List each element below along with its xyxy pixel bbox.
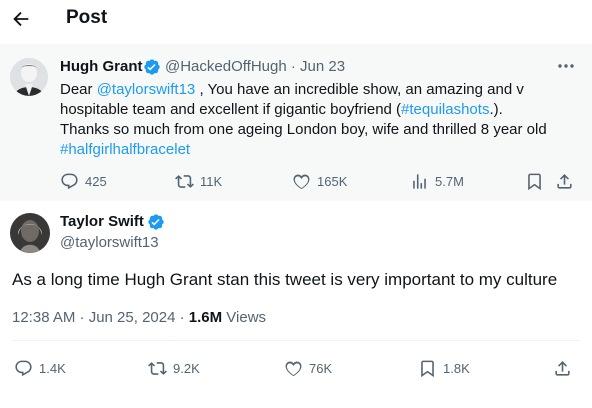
heart-icon <box>293 174 310 190</box>
handle-and-date: @HackedOffHugh · Jun 23 <box>165 58 346 75</box>
share-icon <box>555 361 570 376</box>
like-count: 165K <box>317 174 348 189</box>
text-line: Dear @taylorswift13 , You have an incred… <box>60 80 580 100</box>
arrow-left-icon <box>13 11 29 27</box>
share-icon <box>557 174 572 189</box>
views-count: 1.6M <box>188 309 223 326</box>
author-name[interactable]: Taylor Swift <box>60 213 144 230</box>
page-title: Post <box>66 7 108 28</box>
repost-icon <box>148 362 167 375</box>
post-metadata: 12:38 AM · Jun 25, 2024 · 1.6M Views <box>12 309 266 326</box>
bookmark-button[interactable] <box>525 172 544 191</box>
quoted-post-text: Dear @taylorswift13 , You have an incred… <box>60 80 580 160</box>
reply-count: 425 <box>85 174 107 189</box>
text-line: #halfgirlhalfbracelet <box>60 140 580 160</box>
reply-count: 1.4K <box>39 361 66 376</box>
timestamp[interactable]: 12:38 AM · Jun 25, 2024 · <box>12 309 189 326</box>
reply-button[interactable]: 425 <box>60 172 107 191</box>
text-segment: , You have an incredible show, an amazin… <box>195 81 524 98</box>
verified-badge-icon <box>143 58 161 76</box>
repost-button[interactable]: 9.2K <box>148 359 200 378</box>
text-segment: hospitable team and excellent if giganti… <box>60 101 402 118</box>
bookmark-count: 1.8K <box>443 361 470 376</box>
analytics-icon <box>413 174 426 189</box>
like-button[interactable]: 76K <box>284 359 332 378</box>
verified-badge-icon <box>147 213 165 231</box>
text-line: hospitable team and excellent if giganti… <box>60 100 580 120</box>
bookmark-icon <box>421 360 434 378</box>
views-count: 5.7M <box>435 174 464 189</box>
views-label: Views <box>222 309 267 326</box>
hugh-grant-avatar-image <box>10 58 48 96</box>
quoted-post[interactable]: Hugh Grant @HackedOffHugh · Jun 23 Dear … <box>0 44 592 201</box>
repost-count: 11K <box>200 174 223 189</box>
repost-count: 9.2K <box>173 361 200 376</box>
mention-link[interactable]: @taylorswift13 <box>97 81 196 98</box>
reply-icon <box>61 173 78 190</box>
author-handle[interactable]: @taylorswift13 <box>60 234 159 251</box>
bookmark-icon <box>528 173 541 191</box>
reply-icon <box>15 360 32 377</box>
avatar[interactable] <box>10 58 48 96</box>
like-button[interactable]: 165K <box>292 172 347 191</box>
reply-button[interactable]: 1.4K <box>14 359 66 378</box>
avatar[interactable] <box>10 213 50 253</box>
author-name[interactable]: Hugh Grant <box>60 58 143 75</box>
divider <box>12 340 580 341</box>
repost-icon <box>175 175 194 188</box>
hashtag-link[interactable]: #halfgirlhalfbracelet <box>60 141 190 158</box>
more-options-button[interactable] <box>556 56 576 76</box>
text-segment: .). <box>489 101 503 118</box>
share-button[interactable] <box>553 359 572 378</box>
post-text: As a long time Hugh Grant stan this twee… <box>12 270 558 289</box>
views-button[interactable]: 5.7M <box>410 172 464 191</box>
repost-button[interactable]: 11K <box>175 172 222 191</box>
text-line: Thanks so much from one ageing London bo… <box>60 121 547 138</box>
taylor-swift-avatar-image <box>10 213 50 253</box>
heart-icon <box>285 361 302 377</box>
hashtag-link[interactable]: #tequilashots <box>401 101 489 118</box>
more-icon <box>558 64 574 68</box>
bookmark-button[interactable]: 1.8K <box>418 359 470 378</box>
like-count: 76K <box>309 361 333 376</box>
page-header: Post <box>0 0 592 40</box>
share-button[interactable] <box>555 172 574 191</box>
text-segment: Dear <box>60 81 97 98</box>
back-button[interactable] <box>10 8 32 30</box>
